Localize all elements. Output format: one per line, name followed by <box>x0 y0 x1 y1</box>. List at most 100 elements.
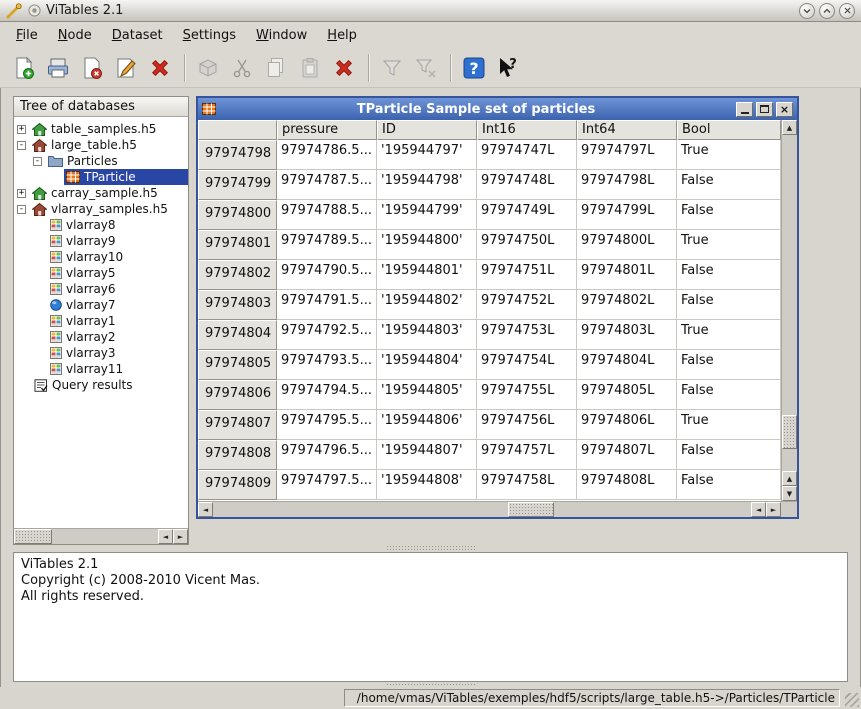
row-header[interactable]: 97974800 <box>198 200 277 230</box>
cut-node-button[interactable] <box>226 51 258 85</box>
scroll-right-icon[interactable]: ► <box>173 529 188 544</box>
tree-item-vlarray5[interactable]: vlarray5 <box>14 265 188 281</box>
scrollbar-track[interactable] <box>213 502 751 517</box>
row-header[interactable]: 97974808 <box>198 440 277 470</box>
tree-item-vlarray2[interactable]: vlarray2 <box>14 329 188 345</box>
table-cell[interactable]: '195944801' <box>377 260 477 290</box>
tree-item-vlarray3[interactable]: vlarray3 <box>14 345 188 361</box>
table-cell[interactable]: False <box>677 200 781 230</box>
scrollbar-thumb[interactable] <box>508 502 554 517</box>
scrollbar-thumb[interactable] <box>14 529 52 544</box>
table-cell[interactable]: True <box>677 410 781 440</box>
menu-window[interactable]: Window <box>246 24 317 47</box>
menu-file[interactable]: File <box>6 24 48 47</box>
table-cell[interactable]: 97974788.5... <box>277 200 377 230</box>
table-cell[interactable]: '195944804' <box>377 350 477 380</box>
table-cell[interactable]: 97974803L <box>577 320 677 350</box>
scroll-up-icon[interactable]: ▲ <box>782 120 797 135</box>
column-header[interactable]: ID <box>377 120 477 140</box>
table-vertical-scrollbar[interactable]: ▲ ▲ ▼ <box>781 120 797 501</box>
table-cell[interactable]: '195944797' <box>377 140 477 170</box>
window-titlebar[interactable]: ViTables 2.1 <box>0 0 861 22</box>
table-cell[interactable]: True <box>677 320 781 350</box>
expander-icon[interactable]: + <box>17 188 26 198</box>
table-cell[interactable]: 97974787.5... <box>277 170 377 200</box>
table-cell[interactable]: 97974789.5... <box>277 230 377 260</box>
table-cell[interactable]: '195944802' <box>377 290 477 320</box>
menu-help[interactable]: Help <box>317 24 367 47</box>
table-cell[interactable]: False <box>677 260 781 290</box>
scroll-up-icon[interactable]: ▲ <box>782 471 797 486</box>
filter-button[interactable] <box>376 51 408 85</box>
table-cell[interactable]: 97974801L <box>577 260 677 290</box>
table-cell[interactable]: '195944799' <box>377 200 477 230</box>
filter-edit-button[interactable] <box>410 51 442 85</box>
table-cell[interactable]: 97974752L <box>477 290 577 320</box>
table-cell[interactable]: 97974795.5... <box>277 410 377 440</box>
tree-item-tparticle[interactable]: TParticle <box>14 169 188 185</box>
row-header[interactable]: 97974804 <box>198 320 277 350</box>
paste-node-button[interactable] <box>294 51 326 85</box>
tree-item-query-results[interactable]: Query results <box>14 377 188 393</box>
row-header[interactable]: 97974807 <box>198 410 277 440</box>
quit-button[interactable] <box>144 51 176 85</box>
row-header[interactable]: 97974805 <box>198 350 277 380</box>
tree-item-vlarray1[interactable]: vlarray1 <box>14 313 188 329</box>
table-cell[interactable]: 97974797L <box>577 140 677 170</box>
table-cell[interactable]: '195944803' <box>377 320 477 350</box>
tree-item-carray-sample[interactable]: + carray_sample.h5 <box>14 185 188 201</box>
column-header[interactable]: Int16 <box>477 120 577 140</box>
table-cell[interactable]: '195944807' <box>377 440 477 470</box>
maximize-button[interactable] <box>819 2 835 19</box>
scroll-left-icon[interactable]: ◄ <box>198 502 213 517</box>
child-minimize-button[interactable] <box>736 101 753 117</box>
splitter-grip[interactable] <box>385 545 476 550</box>
open-file-button[interactable] <box>42 51 74 85</box>
table-cell[interactable]: False <box>677 290 781 320</box>
column-header[interactable]: Bool <box>677 120 781 140</box>
close-button[interactable] <box>839 2 855 19</box>
tree-item-vlarray9[interactable]: vlarray9 <box>14 233 188 249</box>
tree-item-vlarray7[interactable]: vlarray7 <box>14 297 188 313</box>
tree-item-vlarray6[interactable]: vlarray6 <box>14 281 188 297</box>
table-cell[interactable]: 97974806L <box>577 410 677 440</box>
table-cell[interactable]: 97974798L <box>577 170 677 200</box>
scroll-left-icon[interactable]: ◄ <box>751 502 766 517</box>
table-cell[interactable]: True <box>677 140 781 170</box>
horizontal-splitter[interactable] <box>13 545 848 551</box>
tree-horizontal-scrollbar[interactable]: ◄ ► <box>14 528 188 544</box>
table-cell[interactable]: False <box>677 470 781 500</box>
table-cell[interactable]: 97974797.5... <box>277 470 377 500</box>
table-cell[interactable]: False <box>677 440 781 470</box>
table-cell[interactable]: 97974753L <box>477 320 577 350</box>
table-cell[interactable]: 97974793.5... <box>277 350 377 380</box>
tree-item-table-samples[interactable]: + table_samples.h5 <box>14 121 188 137</box>
row-header[interactable]: 97974803 <box>198 290 277 320</box>
child-close-button[interactable]: × <box>776 101 793 117</box>
table-cell[interactable]: 97974747L <box>477 140 577 170</box>
table-cell[interactable]: 97974791.5... <box>277 290 377 320</box>
menu-node[interactable]: Node <box>48 24 102 47</box>
table-cell[interactable]: 97974755L <box>477 380 577 410</box>
table-cell[interactable]: False <box>677 350 781 380</box>
tree-item-vlarray11[interactable]: vlarray11 <box>14 361 188 377</box>
menu-settings[interactable]: Settings <box>173 24 246 47</box>
column-header[interactable]: Int64 <box>577 120 677 140</box>
table-cell[interactable]: 97974796.5... <box>277 440 377 470</box>
table-cell[interactable]: 97974800L <box>577 230 677 260</box>
table-cell[interactable]: 97974749L <box>477 200 577 230</box>
expander-icon[interactable]: - <box>17 140 26 150</box>
child-maximize-button[interactable] <box>756 101 773 117</box>
row-header[interactable]: 97974801 <box>198 230 277 260</box>
table-cell[interactable]: '195944800' <box>377 230 477 260</box>
row-header[interactable]: 97974806 <box>198 380 277 410</box>
table-cell[interactable]: 97974756L <box>477 410 577 440</box>
scroll-left-icon[interactable]: ◄ <box>158 529 173 544</box>
table-cell[interactable]: 97974757L <box>477 440 577 470</box>
tree-item-large-table[interactable]: - large_table.h5 <box>14 137 188 153</box>
row-header[interactable]: 97974798 <box>198 140 277 170</box>
minimize-button[interactable] <box>799 2 815 19</box>
row-header[interactable]: 97974802 <box>198 260 277 290</box>
dataset-window-titlebar[interactable]: TParticle Sample set of particles × <box>198 98 797 120</box>
menu-dataset[interactable]: Dataset <box>102 24 173 47</box>
